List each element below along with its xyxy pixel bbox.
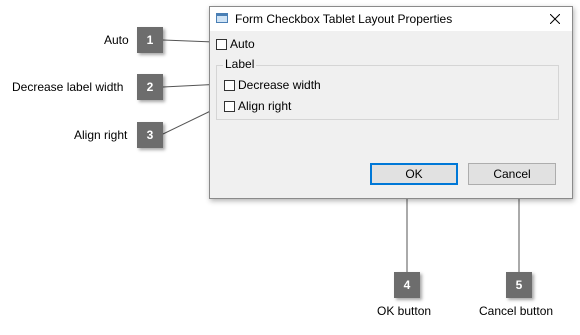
close-icon (550, 14, 560, 24)
callout-4-badge: 4 (394, 272, 420, 298)
ok-button[interactable]: OK (370, 163, 458, 185)
align-right-checkbox[interactable] (224, 100, 235, 112)
callout-5-badge: 5 (506, 272, 532, 298)
callout-2-number: 2 (146, 80, 154, 94)
properties-dialog: Form Checkbox Tablet Layout Properties A… (209, 6, 573, 199)
align-right-checkbox-row[interactable]: Align right (224, 98, 291, 114)
callout-5-text: Cancel button (479, 304, 554, 318)
align-right-label: Align right (238, 99, 292, 113)
callout-1-text: Auto (104, 33, 129, 47)
callout-1-number: 1 (146, 33, 154, 47)
callout-2-text: Decrease label width (12, 80, 124, 94)
dialog-title: Form Checkbox Tablet Layout Properties (235, 12, 453, 26)
callout-4-text: OK button (377, 304, 432, 318)
label-group-title: Label (223, 57, 257, 71)
callout-3-text: Align right (74, 128, 128, 142)
callout-5-number: 5 (515, 278, 523, 292)
title-bar: Form Checkbox Tablet Layout Properties (210, 7, 572, 31)
decrease-width-checkbox-row[interactable]: Decrease width (224, 77, 321, 93)
auto-checkbox-row[interactable]: Auto (216, 36, 255, 52)
callout-1-badge: 1 (137, 27, 163, 53)
cancel-button[interactable]: Cancel (468, 163, 556, 185)
close-button[interactable] (540, 7, 570, 31)
connector-1 (162, 39, 215, 43)
callout-2-badge: 2 (137, 74, 163, 100)
callout-4-number: 4 (403, 278, 411, 292)
callout-3-number: 3 (146, 128, 154, 142)
auto-checkbox[interactable] (216, 38, 227, 50)
decrease-width-label: Decrease width (238, 78, 321, 92)
auto-label: Auto (230, 37, 255, 51)
callout-3-badge: 3 (137, 122, 163, 148)
decrease-width-checkbox[interactable] (224, 79, 235, 91)
window-icon (216, 13, 228, 23)
